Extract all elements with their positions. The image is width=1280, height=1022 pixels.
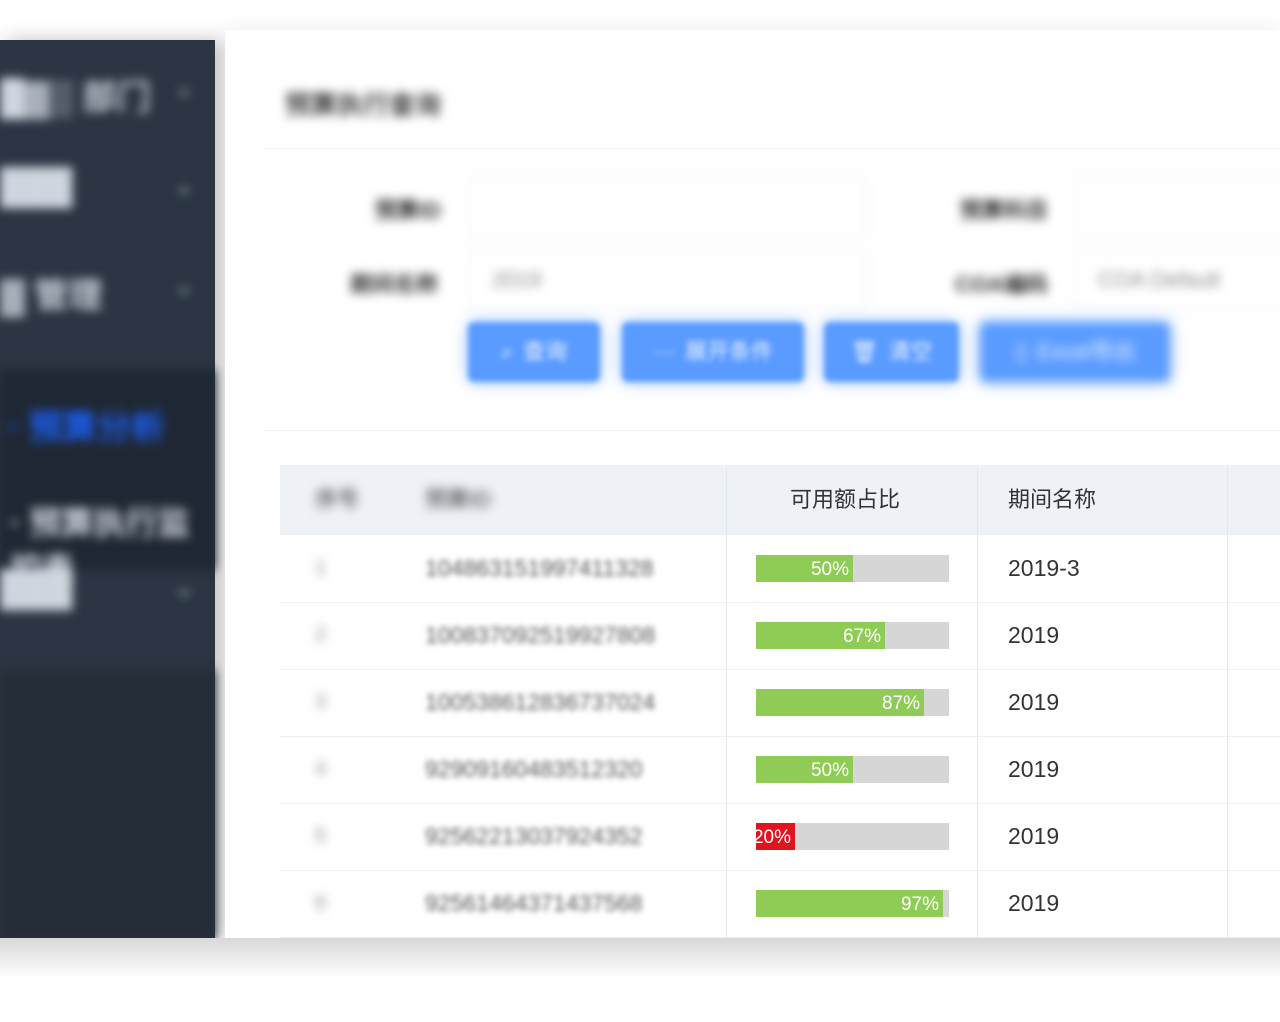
- row-index: 6: [315, 892, 327, 914]
- period-name-cell: 2019: [1008, 890, 1060, 916]
- col-header-index: 序号: [315, 487, 360, 512]
- sidebar-item-3[interactable]: ▓ 管理 ⌄: [0, 238, 215, 334]
- period-name-cell: 2019: [1008, 756, 1060, 782]
- table-header: 序号 预算ID 可用额占比 期间名称: [280, 465, 1280, 535]
- sidebar-item-label: ▓ 管理: [0, 277, 103, 315]
- search-button[interactable]: ⌕ 查询: [468, 322, 600, 382]
- row-index: 1: [315, 557, 327, 579]
- sidebar-item-1[interactable]: █▓▒ 部门 ⌄: [0, 40, 215, 136]
- sidebar-item-2[interactable]: ███ ⌄: [0, 138, 215, 234]
- period-name-cell: 2019: [1008, 823, 1060, 849]
- chevron-down-icon: ⌄: [173, 170, 195, 200]
- expand-conditions-button[interactable]: ··· 展开条件: [622, 322, 804, 382]
- budget-id-cell: 92909160483512320: [425, 756, 643, 782]
- available-ratio-bar: 87%: [756, 689, 949, 716]
- excel-export-button[interactable]: ▯ Excel导出: [980, 322, 1170, 382]
- field-label: 预算科目: [960, 198, 1049, 223]
- clear-button[interactable]: 🗑 清空: [824, 322, 959, 382]
- field-label: 预算ID: [375, 198, 442, 223]
- budget-id-input[interactable]: [467, 175, 867, 237]
- budget-id-cell: 92561464371437568: [425, 890, 643, 916]
- row-index: 4: [315, 758, 327, 780]
- divider: [265, 430, 1280, 431]
- available-ratio-bar: 20%: [752, 823, 949, 850]
- budget-id-cell: 92562213037924352: [425, 823, 643, 849]
- available-ratio-fill: 87%: [756, 689, 924, 716]
- sidebar-subitem-active[interactable]: · 预算分析: [8, 400, 165, 449]
- sidebar: █▓▒ 部门 ⌄ ███ ⌄ ▓ 管理 ⌄ · 预算分析 · 预算执行监控表 █…: [0, 40, 215, 940]
- period-name-cell: 2019-3: [1008, 555, 1080, 581]
- bottom-shadow: [0, 938, 1280, 978]
- period-name-cell: 2019: [1008, 622, 1060, 648]
- available-ratio-label: 50%: [810, 760, 849, 781]
- row-index: 3: [315, 691, 327, 713]
- field-label: COA编码: [955, 272, 1048, 297]
- available-ratio-label: 97%: [900, 894, 939, 915]
- col-header-ratio[interactable]: 可用额占比: [790, 465, 900, 535]
- search-icon: ⌕: [500, 339, 514, 364]
- divider: [265, 148, 1280, 149]
- page-title: 预算执行查询: [285, 90, 442, 120]
- table-row[interactable]: 6 92561464371437568 97% 2019: [280, 870, 1280, 938]
- period-name-cell: 2019: [1008, 689, 1060, 715]
- available-ratio-fill: 50%: [756, 555, 853, 582]
- coa-code-input[interactable]: COA Default: [1073, 248, 1280, 310]
- available-ratio-fill: 67%: [756, 622, 885, 649]
- available-ratio-fill: 20%: [752, 823, 795, 850]
- available-ratio-fill: 97%: [756, 890, 943, 917]
- budget-id-cell: 104863151997411328: [425, 555, 654, 581]
- more-icon: ···: [653, 339, 675, 364]
- available-ratio-bar: 50%: [756, 756, 949, 783]
- table-row[interactable]: 2 100837092519927808 67% 2019: [280, 602, 1280, 670]
- table-row[interactable]: 3 100538612836737024 87% 2019: [280, 669, 1280, 737]
- available-ratio-bar: 97%: [756, 890, 949, 917]
- row-index: 5: [315, 825, 327, 847]
- column-divider: [726, 465, 727, 940]
- available-ratio-label: 50%: [810, 559, 849, 580]
- document-icon: ▯: [1015, 339, 1028, 364]
- table-row[interactable]: 4 92909160483512320 50% 2019: [280, 736, 1280, 804]
- sidebar-item-label: █▓▒ 部门: [0, 79, 151, 117]
- available-ratio-label: 87%: [881, 693, 920, 714]
- field-label: 期间名称: [350, 272, 439, 297]
- col-header-period[interactable]: 期间名称: [1008, 465, 1096, 535]
- sidebar-item-4[interactable]: ███ ⌄: [0, 540, 215, 636]
- trash-icon: 🗑: [850, 339, 879, 364]
- row-index: 2: [315, 624, 327, 646]
- chevron-up-icon: ⌄: [173, 270, 195, 300]
- column-divider: [977, 465, 978, 940]
- table-row[interactable]: 5 92562213037924352 20% 2019: [280, 803, 1280, 871]
- column-divider: [1227, 465, 1228, 940]
- main-panel: 预算执行查询 预算ID 预算科目 期间名称 2019 COA编码 COA Def…: [225, 30, 1280, 940]
- budget-subject-input[interactable]: [1073, 175, 1280, 237]
- chevron-down-icon: ⌄: [173, 72, 195, 102]
- budget-id-cell: 100538612836737024: [425, 689, 656, 715]
- sidebar-item-label: ███: [0, 570, 73, 608]
- available-ratio-label: 67%: [842, 626, 881, 647]
- available-ratio-bar: 50%: [756, 555, 949, 582]
- table-row[interactable]: 1 104863151997411328 50% 2019-3: [280, 535, 1280, 603]
- budget-id-cell: 100837092519927808: [425, 622, 656, 648]
- period-name-input[interactable]: 2019: [467, 248, 867, 310]
- chevron-down-icon: ⌄: [173, 572, 195, 602]
- sidebar-footer: [0, 670, 215, 940]
- sidebar-item-label: ███: [0, 168, 73, 206]
- available-ratio-bar: 67%: [756, 622, 949, 649]
- available-ratio-label: 20%: [752, 827, 791, 848]
- col-header-id: 预算ID: [425, 487, 492, 512]
- available-ratio-fill: 50%: [756, 756, 853, 783]
